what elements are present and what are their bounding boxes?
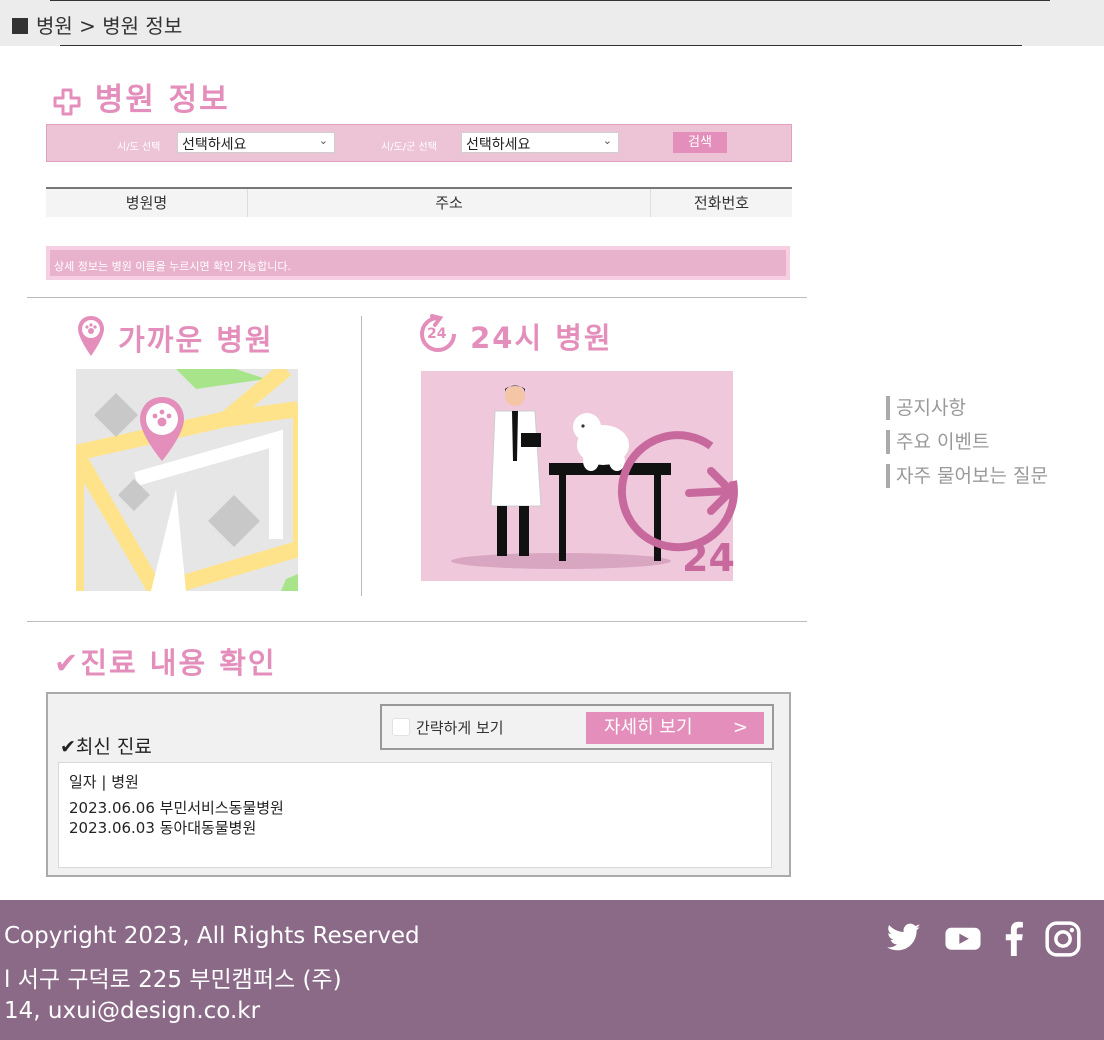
footer-copyright: Copyright 2023, All Rights Reserved xyxy=(4,923,420,949)
chevron-down-icon: ⌄ xyxy=(602,134,612,147)
hospital-table-header: 병원명 주소 전화번호 xyxy=(46,187,792,217)
clock-24-icon-number: 24 xyxy=(427,326,447,342)
simple-view-checkbox[interactable] xyxy=(392,718,410,736)
treatment-title-text: 진료 내용 확인 xyxy=(80,646,277,680)
youtube-icon[interactable] xyxy=(944,920,982,960)
detail-view-button-label: 자세히 보기 xyxy=(604,717,693,738)
h24-hospital-title-text: 24시 병원 xyxy=(470,321,613,355)
treatment-records: 일자 | 병원 2023.06.06 부민서비스동물병원 2023.06.03 … xyxy=(58,762,772,868)
chevron-right-icon: > xyxy=(732,717,748,738)
breadcrumb-text: 병원 > 병원 정보 xyxy=(36,14,183,38)
latest-treatment-label: ✔최신 진료 xyxy=(60,732,152,759)
notice-bar: 상세 정보는 병원 이름을 누르시면 확인 가능합니다. xyxy=(46,246,790,280)
hospital-info-title-text: 병원 정보 xyxy=(94,82,230,118)
divider xyxy=(50,0,1050,1)
checkmark-icon: ✔ xyxy=(54,646,81,680)
divider xyxy=(60,45,1022,46)
treatment-panel: 간략하게 보기 자세히 보기 > ✔최신 진료 일자 | 병원 2023.06.0… xyxy=(46,692,791,877)
divider xyxy=(27,621,807,622)
treatment-title: ✔진료 내용 확인 xyxy=(54,640,277,682)
breadcrumb-bar: 병원 > 병원 정보 xyxy=(0,0,1104,46)
side-link-notice[interactable]: 공지사항 xyxy=(886,396,1048,420)
footer-contact: 14, uxui@design.co.kr xyxy=(4,998,261,1024)
nearby-hospital-title[interactable]: 가까운 병원 xyxy=(76,314,274,359)
divider xyxy=(361,316,362,596)
view-controls: 간략하게 보기 자세히 보기 > xyxy=(380,704,774,750)
facebook-icon[interactable] xyxy=(1000,920,1026,960)
simple-view-label: 간략하게 보기 xyxy=(416,719,504,737)
district-select-label: 시/도/군 선택 xyxy=(381,142,437,153)
footer-address: l 서구 구덕로 225 부민캠퍼스 (주) xyxy=(4,967,342,993)
column-header-name: 병원명 xyxy=(46,189,248,217)
column-header-address: 주소 xyxy=(248,189,651,217)
city-select[interactable]: 선택하세요 ⌄ xyxy=(177,132,335,153)
checkmark-icon: ✔ xyxy=(60,736,76,758)
instagram-icon[interactable] xyxy=(1044,920,1082,962)
square-icon xyxy=(12,18,28,34)
side-link-events[interactable]: 주요 이벤트 xyxy=(886,430,1048,454)
detail-view-button[interactable]: 자세히 보기 > xyxy=(586,712,764,744)
h24-hospital-title[interactable]: 24 24시 병원 xyxy=(418,314,613,357)
list-item[interactable]: 2023.06.06 부민서비스동물병원 xyxy=(69,798,761,818)
chevron-down-icon: ⌄ xyxy=(318,134,328,147)
side-links: 공지사항 주요 이벤트 자주 물어보는 질문 xyxy=(886,396,1048,498)
cross-icon xyxy=(52,82,82,118)
column-header-phone: 전화번호 xyxy=(693,194,750,212)
search-button[interactable]: 검색 xyxy=(673,132,727,153)
latest-treatment-label-text: 최신 진료 xyxy=(75,736,152,758)
side-link-faq[interactable]: 자주 물어보는 질문 xyxy=(886,464,1048,488)
records-header: 일자 | 병원 xyxy=(69,773,139,791)
h24-badge-number: 24 xyxy=(682,536,735,580)
district-select-value: 선택하세요 xyxy=(466,137,531,153)
nearby-hospital-title-text: 가까운 병원 xyxy=(118,323,274,357)
list-item[interactable]: 2023.06.03 동아대동물병원 xyxy=(69,818,761,838)
footer: Copyright 2023, All Rights Reserved l 서구… xyxy=(0,900,1104,1040)
district-select[interactable]: 선택하세요 ⌄ xyxy=(461,132,619,153)
location-pin-icon xyxy=(76,316,106,357)
hospital-info-title: 병원 정보 xyxy=(52,74,230,119)
search-bar: 시/도 선택 선택하세요 ⌄ 시/도/군 선택 선택하세요 ⌄ 검색 xyxy=(46,124,792,162)
nearby-map-image[interactable] xyxy=(68,362,303,599)
h24-illustration[interactable]: 24 xyxy=(421,371,771,611)
twitter-icon[interactable] xyxy=(886,920,922,960)
breadcrumb: 병원 > 병원 정보 xyxy=(12,10,182,39)
clock-24-icon: 24 xyxy=(418,314,458,354)
city-select-label: 시/도 선택 xyxy=(117,142,161,153)
divider xyxy=(27,297,807,298)
city-select-value: 선택하세요 xyxy=(182,137,247,153)
